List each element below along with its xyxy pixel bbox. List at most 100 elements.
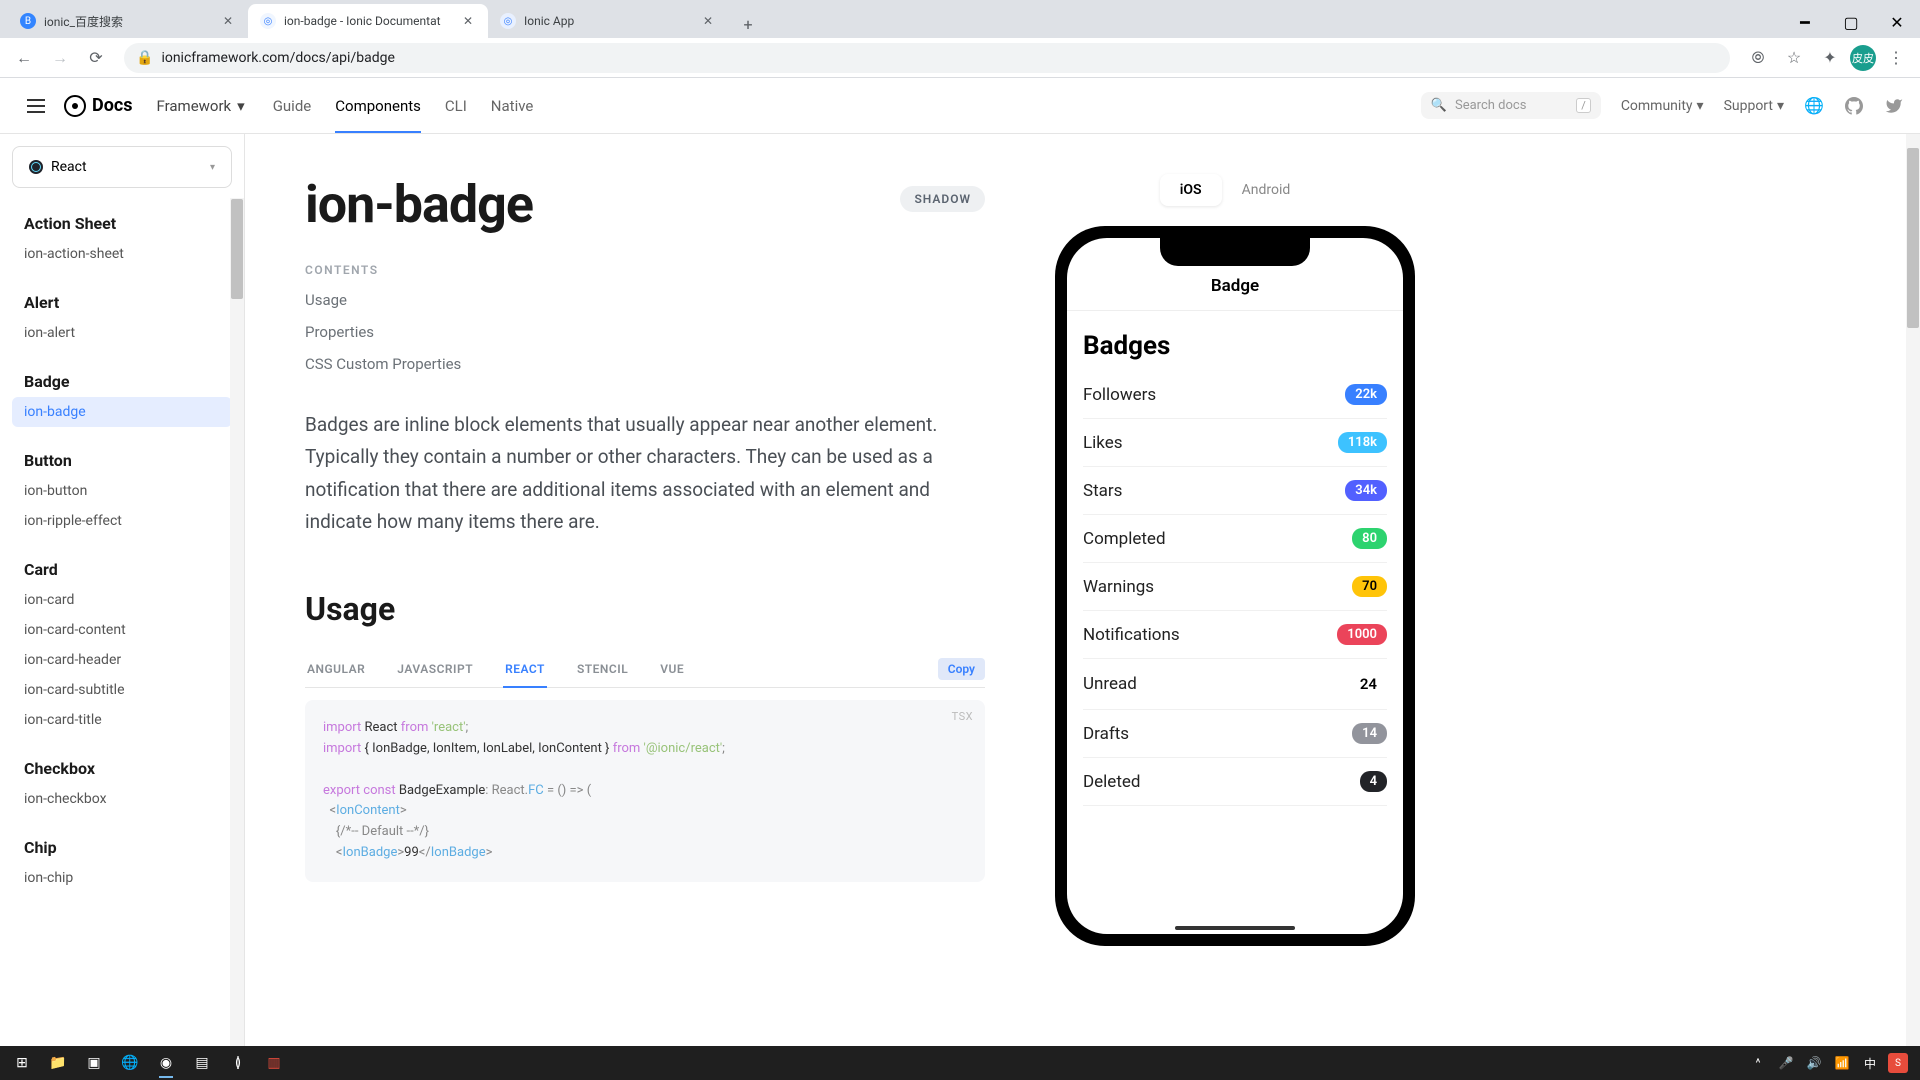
sidebar: React ▾ Action Sheetion-action-sheetAler… [0,134,245,1046]
badge-row[interactable]: Warnings70 [1083,563,1387,611]
main-content: ion-badge SHADOW CONTENTS UsagePropertie… [305,174,985,946]
copy-button[interactable]: Copy [938,658,985,680]
edge-icon[interactable]: 🌐 [112,1048,148,1078]
toc-link[interactable]: Properties [305,323,985,341]
community-dropdown[interactable]: Community▾ [1621,98,1704,114]
code-tab-vue[interactable]: VUE [658,652,686,687]
back-button[interactable]: ← [8,42,40,74]
address-bar[interactable]: 🔒 ionicframework.com/docs/api/badge [124,43,1730,73]
file-explorer-icon[interactable]: 📁 [40,1048,76,1078]
browser-tab[interactable]: ◎ion-badge - Ionic Documentat✕ [248,4,488,38]
extensions-icon[interactable]: ✦ [1814,42,1846,74]
translate-icon[interactable]: ⦾ [1742,42,1774,74]
github-icon[interactable] [1844,96,1864,116]
platform-tab-android[interactable]: Android [1222,174,1311,206]
sidebar-item[interactable]: ion-badge [12,397,232,427]
app-icon[interactable]: ▤ [184,1048,220,1078]
sidebar-group-title: Button [12,445,232,476]
framework-dropdown[interactable]: Framework ▾ [156,97,244,115]
nav-link-cli[interactable]: CLI [445,80,467,132]
minimize-button[interactable]: ━ [1782,6,1828,38]
sidebar-group-title: Badge [12,366,232,397]
sidebar-item[interactable]: ion-card-header [12,645,232,675]
ionic-logo-icon [64,95,86,117]
nav-link-native[interactable]: Native [491,80,534,132]
reload-button[interactable]: ⟳ [80,42,112,74]
tray-mic-icon[interactable]: 🎤 [1776,1053,1796,1073]
terminal-icon[interactable]: ▣ [76,1048,112,1078]
docs-logo[interactable]: Docs [64,95,132,117]
tray-input-icon[interactable]: S [1888,1053,1908,1073]
toc-link[interactable]: Usage [305,291,985,309]
tab-close-button[interactable]: ✕ [700,13,716,29]
code-tab-javascript[interactable]: JAVASCRIPT [395,652,475,687]
content-scrollbar[interactable] [1906,134,1920,1046]
new-tab-button[interactable]: + [734,10,762,38]
tray-volume-icon[interactable]: 🔊 [1804,1053,1824,1073]
nav-link-guide[interactable]: Guide [273,80,312,132]
nav-link-components[interactable]: Components [335,80,421,132]
chevron-down-icon: ▾ [237,97,245,115]
badge-row[interactable]: Completed 80 [1083,515,1387,563]
sidebar-item[interactable]: ion-action-sheet [12,239,232,269]
badge-pill: 4 [1360,771,1387,792]
app-icon-2[interactable]: ▥ [256,1048,292,1078]
bookmark-icon[interactable]: ☆ [1778,42,1810,74]
sidebar-item[interactable]: ion-card [12,585,232,615]
close-window-button[interactable]: ✕ [1874,6,1920,38]
badge-row[interactable]: Deleted4 [1083,758,1387,806]
chrome-icon[interactable]: ◉ [148,1048,184,1078]
badge-row[interactable]: Followers22k [1083,371,1387,419]
vscode-icon[interactable]: ≬ [220,1048,256,1078]
contents-label: CONTENTS [305,263,985,277]
sidebar-item[interactable]: ion-card-content [12,615,232,645]
sidebar-item[interactable]: ion-card-title [12,705,232,735]
sidebar-item[interactable]: ion-checkbox [12,784,232,814]
forward-button[interactable]: → [44,42,76,74]
tab-close-button[interactable]: ✕ [460,13,476,29]
sidebar-item[interactable]: ion-ripple-effect [12,506,232,536]
sidebar-item[interactable]: ion-card-subtitle [12,675,232,705]
badge-row[interactable]: Likes118k [1083,419,1387,467]
platform-tab-ios[interactable]: iOS [1160,174,1222,206]
badge-row-label: Completed [1083,529,1166,549]
profile-avatar[interactable]: 皮皮 [1850,45,1876,71]
tray-ime-icon[interactable]: 中 [1860,1053,1880,1073]
code-tab-angular[interactable]: ANGULAR [305,652,367,687]
twitter-icon[interactable] [1884,96,1904,116]
badge-row[interactable]: Notifications1000 [1083,611,1387,659]
search-input[interactable]: 🔍 Search docs / [1421,92,1601,119]
sidebar-item[interactable]: ion-alert [12,318,232,348]
start-button[interactable]: ⊞ [4,1048,40,1078]
menu-toggle-button[interactable] [16,86,56,126]
framework-selector[interactable]: React ▾ [12,146,232,188]
sidebar-group-title: Action Sheet [12,208,232,239]
toc-link[interactable]: CSS Custom Properties [305,355,985,373]
browser-tab[interactable]: ◎Ionic App✕ [488,4,728,38]
badge-pill: 14 [1352,723,1387,744]
code-tab-stencil[interactable]: STENCIL [575,652,630,687]
sidebar-item[interactable]: ion-chip [12,863,232,893]
sidebar-scrollbar[interactable] [230,198,244,1046]
phone-frame: Badge Badges Followers22kLikes118kStars3… [1055,226,1415,946]
language-icon[interactable]: 🌐 [1804,96,1824,116]
badge-row-label: Stars [1083,481,1122,501]
browser-menu-icon[interactable]: ⋮ [1880,42,1912,74]
badge-row-label: Drafts [1083,724,1129,744]
sidebar-item[interactable]: ion-button [12,476,232,506]
badge-row[interactable]: Unread24 [1083,659,1387,710]
chevron-down-icon: ▾ [1697,98,1704,114]
badge-row[interactable]: Drafts 14 [1083,710,1387,758]
support-dropdown[interactable]: Support▾ [1724,98,1784,114]
tray-network-icon[interactable]: 📶 [1832,1053,1852,1073]
browser-tab[interactable]: Bionic_百度搜索✕ [8,4,248,38]
badge-row[interactable]: Stars34k [1083,467,1387,515]
badge-pill: 80 [1352,528,1387,549]
tab-close-button[interactable]: ✕ [220,13,236,29]
home-indicator [1175,926,1295,930]
code-tab-react[interactable]: REACT [503,652,547,688]
maximize-button[interactable]: ▢ [1828,6,1874,38]
tray-chevron-icon[interactable]: ^ [1748,1053,1768,1073]
tab-favicon-icon: ◎ [500,13,516,29]
sidebar-group-title: Checkbox [12,753,232,784]
